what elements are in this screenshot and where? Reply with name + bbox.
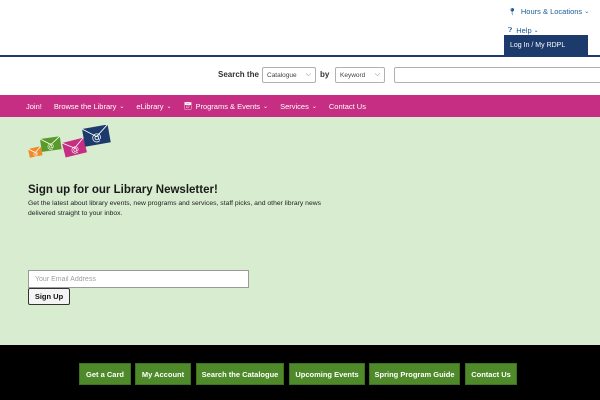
chevron-down-icon: ⌄ — [311, 103, 317, 110]
nav-item-programs-events[interactable]: 📅︎ Programs & Events ⌄ — [178, 95, 275, 117]
nav-item-elibrary[interactable]: eLibrary ⌄ — [130, 95, 177, 117]
hours-locations-link[interactable]: 📍︎ Hours & Locations ⌄ — [508, 3, 589, 20]
nav-item-contact[interactable]: Contact Us — [323, 95, 372, 117]
top-header: 📍︎ Hours & Locations ⌄ ❓︎ Help ⌄ Log In … — [0, 0, 600, 57]
nav-item-label: Join! — [26, 101, 42, 111]
svg-text:@: @ — [91, 132, 103, 145]
question-circle-icon: ❓︎ — [508, 26, 513, 34]
svg-text:@: @ — [47, 142, 55, 151]
chevron-down-icon: ⌵ — [374, 71, 380, 78]
search-catalogue-button[interactable]: Search the Catalogue — [196, 363, 284, 385]
search-input[interactable] — [394, 67, 600, 83]
nav-item-label: eLibrary — [136, 101, 164, 111]
search-bar: Search the Catalogue ⌵ by Keyword ⌵ — [0, 57, 600, 95]
nav-item-label: Programs & Events — [195, 101, 261, 111]
main-nav: Join! Browse the Library ⌄ eLibrary ⌄ 📅︎… — [0, 95, 600, 117]
upcoming-events-button[interactable]: Upcoming Events — [289, 363, 365, 385]
nav-item-label: Browse the Library — [53, 101, 117, 111]
newsletter-title: Sign up for our Library Newsletter! — [28, 184, 218, 196]
map-pin-icon: 📍︎ — [508, 8, 517, 16]
email-input[interactable] — [28, 270, 249, 288]
nav-item-browse[interactable]: Browse the Library ⌄ — [48, 95, 131, 117]
spring-program-guide-button[interactable]: Spring Program Guide — [369, 363, 460, 385]
chevron-down-icon: ⌄ — [119, 103, 125, 110]
search-scope-value: Catalogue — [267, 71, 297, 79]
by-label: by — [320, 70, 330, 79]
newsletter-description: Get the latest about library events, new… — [28, 200, 322, 217]
nav-item-label: Services — [280, 101, 309, 111]
get-a-card-button[interactable]: Get a Card — [79, 363, 131, 385]
search-type-select[interactable]: Keyword ⌵ — [335, 67, 385, 83]
nav-item-label: Contact Us — [328, 101, 366, 111]
newsletter-section: @ @ @ @ Sign up for our Library Newslett… — [0, 117, 600, 345]
contact-us-button[interactable]: Contact Us — [465, 363, 517, 385]
footer-quick-links: Get a Card My Account Search the Catalog… — [0, 345, 600, 400]
chevron-down-icon: ⌄ — [533, 28, 539, 34]
nav-item-services[interactable]: Services ⌄ — [274, 95, 323, 117]
search-type-value: Keyword — [340, 71, 366, 79]
chevron-down-icon: ⌄ — [166, 103, 172, 110]
search-the-label: Search the — [218, 70, 259, 79]
hours-locations-label: Hours & Locations — [520, 7, 583, 16]
envelopes-icon: @ @ @ @ — [28, 125, 111, 158]
login-button[interactable]: Log In / My RDPL — [504, 35, 588, 55]
nav-item-join[interactable]: Join! — [20, 95, 48, 117]
sign-up-button[interactable]: Sign Up — [28, 288, 70, 305]
search-scope-select[interactable]: Catalogue ⌵ — [262, 67, 316, 83]
chevron-down-icon: ⌵ — [305, 71, 311, 78]
chevron-down-icon: ⌄ — [263, 103, 269, 110]
calendar-icon: 📅︎ — [183, 103, 193, 110]
chevron-down-icon: ⌄ — [584, 9, 590, 15]
help-label: Help — [516, 26, 532, 35]
my-account-button[interactable]: My Account — [135, 363, 191, 385]
